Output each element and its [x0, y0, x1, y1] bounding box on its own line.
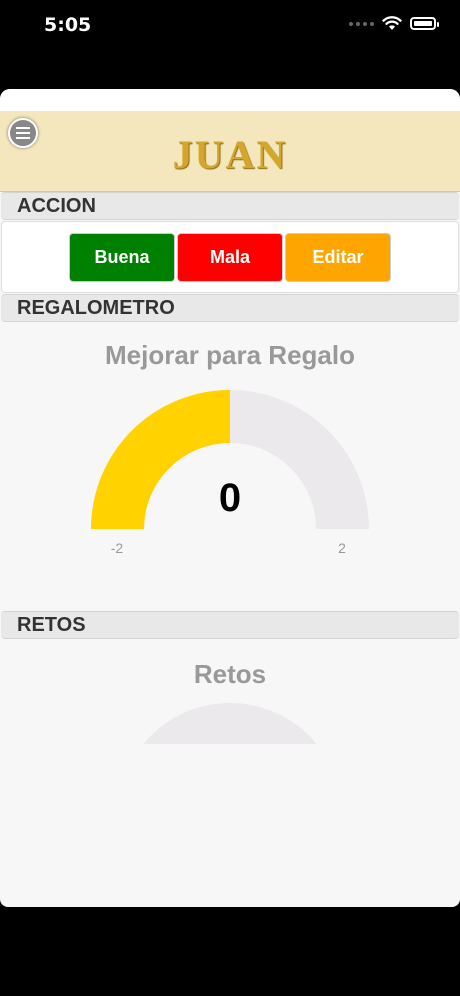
gauge-min-label: -2 [111, 540, 124, 556]
action-panel: Buena Mala Editar [1, 221, 459, 293]
signal-icon [349, 21, 374, 26]
regalometro-gauge: Mejorar para Regalo 0 -2 2 [0, 340, 460, 581]
section-retos[interactable]: RETOS [1, 611, 459, 639]
section-accion[interactable]: ACCION [1, 192, 459, 220]
retos-gauge-track [118, 703, 342, 800]
app-header: JUAN [0, 111, 460, 192]
gauge-max-label: 2 [338, 540, 346, 556]
retos-gauge-title: Retos [193, 659, 267, 689]
wifi-icon [382, 16, 402, 30]
page-title: JUAN [172, 132, 288, 177]
buena-button[interactable]: Buena [69, 232, 175, 282]
section-regalometro[interactable]: REGALOMETRO [1, 294, 459, 322]
app-screen: JUAN ACCION Buena Mala Editar REGALOMETR… [0, 89, 460, 907]
top-strip [0, 89, 460, 111]
mala-button[interactable]: Mala [177, 232, 283, 282]
battery-icon [410, 17, 439, 30]
retos-gauge-svg [0, 690, 460, 800]
regalometro-gauge-svg: 0 -2 2 [91, 390, 369, 556]
status-time: 5:05 [44, 14, 92, 36]
status-icons [349, 16, 439, 31]
retos-gauge: Retos [0, 659, 460, 800]
status-bar: 5:05 [0, 0, 460, 52]
menu-icon-line [16, 127, 30, 129]
gauge-value: 0 [219, 476, 241, 520]
regalometro-gauge-title: Mejorar para Regalo [105, 340, 355, 370]
editar-button[interactable]: Editar [285, 232, 391, 282]
gauge-fill [91, 390, 230, 529]
